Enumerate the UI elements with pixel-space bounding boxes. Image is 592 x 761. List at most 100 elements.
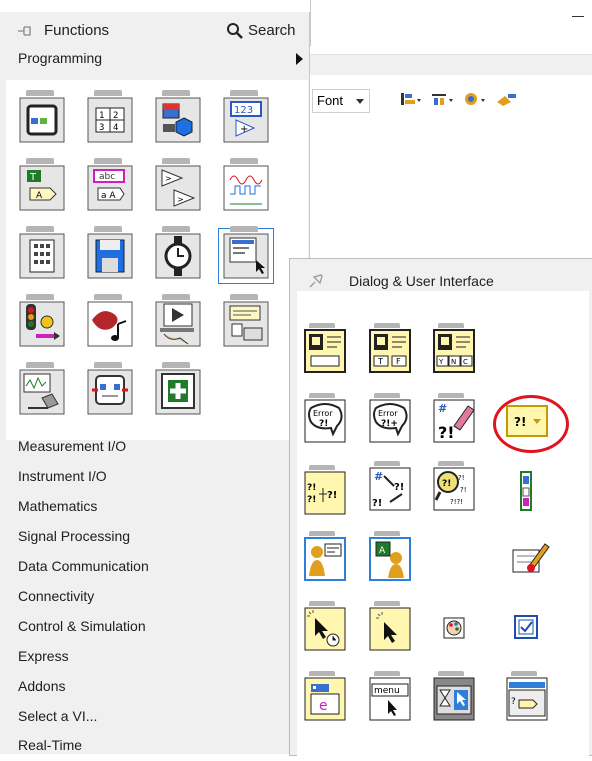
search-icon (227, 23, 243, 39)
programming-category[interactable]: Programming (0, 48, 309, 70)
merge-errors-icon[interactable]: ?!?!?! (303, 465, 347, 516)
category-addons[interactable]: Addons (18, 678, 65, 694)
cursor-icon[interactable] (303, 601, 347, 652)
search-button[interactable]: Search (221, 18, 303, 42)
svg-text:abc: abc (99, 172, 115, 182)
category-instrument-io[interactable]: Instrument I/O (18, 468, 107, 484)
memory-icon[interactable] (86, 362, 134, 416)
svg-text:A: A (36, 191, 43, 201)
category-mathematics[interactable]: Mathematics (18, 498, 97, 514)
svg-text:#: # (438, 402, 447, 415)
category-data-communication[interactable]: Data Communication (18, 558, 149, 574)
highlight-circle (493, 395, 569, 453)
svg-text:3: 3 (99, 123, 104, 133)
chevron-down-icon (356, 99, 364, 104)
pin-icon[interactable] (308, 273, 326, 289)
window-divider (310, 0, 311, 46)
cluster-class-variant-icon[interactable] (154, 90, 202, 144)
distribute-objects-icon[interactable] (430, 90, 456, 110)
palette-title: Functions (44, 22, 110, 39)
svg-text:4: 4 (113, 123, 118, 133)
svg-text:T: T (29, 172, 37, 183)
svg-text:2: 2 (113, 111, 118, 121)
report-generation-icon[interactable] (222, 294, 270, 348)
two-button-dialog-icon[interactable]: TF (368, 323, 412, 374)
string-icon[interactable]: abc a A (86, 158, 134, 212)
svg-text:?!+: ?!+ (381, 419, 398, 429)
svg-text:?!: ?! (319, 419, 328, 429)
general-error-handler-icon[interactable]: Error ?!+ (368, 393, 412, 444)
dialog-user-interface-icon[interactable] (218, 226, 274, 284)
svg-text:T: T (377, 357, 383, 366)
svg-text:123: 123 (234, 105, 253, 116)
file-io-icon[interactable] (86, 226, 134, 280)
user-defined-icon[interactable] (507, 536, 551, 582)
application-control-icon[interactable] (154, 294, 202, 348)
set-busy-icon[interactable] (368, 601, 412, 652)
cleanup-icon[interactable] (494, 90, 520, 110)
waveform-icon[interactable] (18, 362, 66, 416)
svg-text:F: F (396, 357, 401, 366)
events-icon[interactable]: e (303, 671, 347, 722)
svg-text:C: C (463, 358, 468, 366)
svg-text:#: # (374, 470, 383, 483)
background-menubar (310, 54, 592, 75)
numeric-icon[interactable]: 123 + (222, 90, 270, 144)
svg-text:>: > (165, 174, 172, 183)
dialog-ui-icon[interactable] (18, 226, 66, 280)
svg-text:1: 1 (99, 111, 104, 121)
timing-waveform-icon[interactable] (222, 158, 270, 212)
svg-text:?!: ?! (327, 490, 337, 501)
user-icon[interactable] (154, 362, 202, 416)
graphics-sound-icon[interactable] (86, 294, 134, 348)
prompt-user-icon[interactable] (303, 531, 347, 582)
dialog-box-icon[interactable]: ? (505, 671, 549, 722)
sync-icon[interactable] (18, 294, 66, 348)
time-dialog-icon[interactable] (154, 226, 202, 280)
background-toolbar: Font (310, 84, 592, 118)
category-control-simulation[interactable]: Control & Simulation (18, 618, 146, 634)
svg-text:a A: a A (101, 191, 116, 201)
category-express[interactable]: Express (18, 648, 69, 664)
svg-text:?!: ?! (307, 483, 316, 493)
category-signal-processing[interactable]: Signal Processing (18, 528, 130, 544)
reorder-icon[interactable] (462, 90, 488, 110)
category-real-time[interactable]: Real-Time (18, 737, 82, 753)
svg-text:?: ? (511, 697, 516, 707)
svg-text:?!: ?! (460, 486, 467, 494)
cursor-busy-icon[interactable] (432, 671, 476, 722)
svg-text:?!: ?! (394, 482, 404, 493)
pin-icon[interactable] (17, 24, 33, 38)
minimize-icon[interactable] (572, 16, 584, 17)
svg-text:?!: ?! (458, 474, 465, 482)
clear-errors-icon[interactable]: #?! (432, 393, 476, 444)
display-message-icon[interactable]: A (368, 531, 412, 582)
error-cluster-from-code-icon[interactable]: #?!?! (368, 461, 412, 512)
category-measurement-io[interactable]: Measurement I/O (18, 438, 126, 454)
find-first-error-icon[interactable]: ?!?!?!?!?! (432, 461, 476, 512)
subpalette-title: Dialog & User Interface (349, 273, 494, 289)
svg-text:?!: ?! (307, 495, 316, 505)
structures-icon[interactable] (18, 90, 66, 144)
comparison-icon[interactable]: > > (154, 158, 202, 212)
category-select-a-vi[interactable]: Select a VI... (18, 708, 97, 724)
simple-error-handler-icon[interactable]: Error?! (303, 393, 347, 444)
svg-text:?!: ?! (442, 479, 451, 489)
array-icon[interactable]: 1234 (86, 90, 134, 144)
boolean-icon[interactable]: TA (18, 158, 66, 212)
one-button-dialog-icon[interactable] (303, 323, 347, 374)
category-connectivity[interactable]: Connectivity (18, 588, 94, 604)
programming-label: Programming (18, 50, 103, 66)
colors-icon[interactable] (432, 606, 476, 652)
menu-icon[interactable]: menu (368, 671, 412, 722)
font-dropdown[interactable]: Font (312, 89, 370, 113)
palette-header: Functions Search (0, 12, 309, 48)
three-button-dialog-icon[interactable]: YNC (432, 323, 476, 374)
error-ring-vertical-icon[interactable] (505, 468, 549, 514)
programming-icons-grid: 1234 123 + TA abc a A > > (6, 80, 308, 440)
svg-text:+: + (240, 124, 248, 135)
functions-palette: Functions Search Programming 1234 123 + T… (0, 12, 310, 754)
checkbox-icon[interactable] (505, 606, 549, 652)
svg-text:>: > (177, 195, 184, 204)
align-objects-icon[interactable] (398, 90, 424, 110)
